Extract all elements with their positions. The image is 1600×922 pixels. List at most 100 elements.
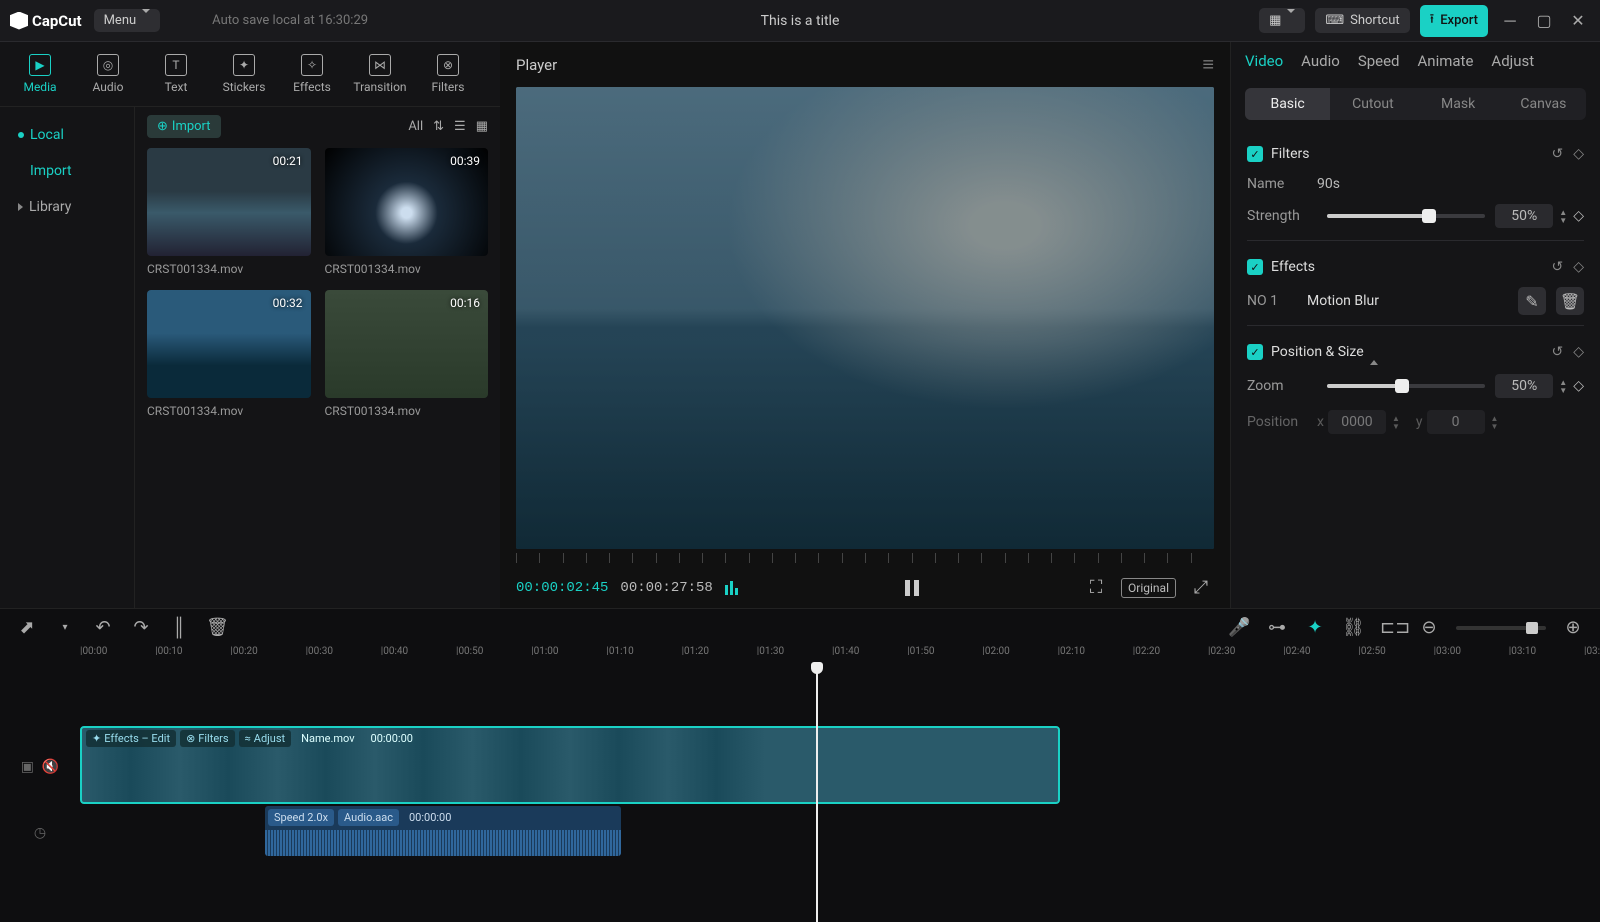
position-x-value[interactable]: 0000: [1328, 410, 1386, 434]
redo-button[interactable]: ↷: [130, 617, 152, 638]
mic-icon[interactable]: 🎤: [1228, 617, 1250, 638]
chain-tool[interactable]: ⛓: [1342, 617, 1364, 638]
timeline-ruler[interactable]: |00:00 |00:10 |00:20 |00:30 |00:40 |00:5…: [80, 646, 1584, 664]
export-button[interactable]: ⭱ Export: [1420, 5, 1488, 37]
shortcut-button[interactable]: ⌨ Shortcut: [1315, 8, 1409, 33]
media-clip[interactable]: 00:39CRST001334.mov: [325, 148, 489, 276]
tab-media[interactable]: ▶Media: [10, 48, 70, 100]
track-toggle-icon[interactable]: ▣: [21, 759, 34, 775]
edit-effect-button[interactable]: ✎: [1518, 287, 1546, 315]
checkbox-icon[interactable]: ✓: [1247, 146, 1263, 162]
keyframe-icon[interactable]: ◇: [1573, 146, 1584, 162]
ruler-tick: |02:10: [1058, 646, 1085, 657]
sort-icon[interactable]: ⇅: [433, 119, 444, 134]
reset-icon[interactable]: ↺: [1551, 146, 1563, 162]
stepper[interactable]: ▲▼: [1392, 415, 1400, 430]
tab-text[interactable]: TText: [146, 48, 206, 100]
sidebar-library[interactable]: Library: [0, 189, 134, 225]
strength-value[interactable]: 50%: [1495, 204, 1553, 228]
zoom-out-button[interactable]: ⊖: [1418, 617, 1440, 638]
cursor-tool[interactable]: ⬈: [16, 617, 38, 638]
video-track[interactable]: ▣ 🔇 ✦ Effects – Edit ⊗ Filters ≈ Adjust …: [0, 726, 1600, 804]
timeline-audio-clip[interactable]: Speed 2.0x Audio.aac 00:00:00: [265, 806, 621, 856]
tab-adjust[interactable]: Adjust: [1491, 52, 1534, 78]
player-menu-icon[interactable]: ≡: [1202, 52, 1214, 77]
tab-effects[interactable]: ✧Effects: [282, 48, 342, 100]
video-preview[interactable]: [516, 87, 1214, 549]
close-button[interactable]: ✕: [1566, 11, 1590, 30]
position-y-value[interactable]: 0: [1427, 410, 1485, 434]
clip-badge-adjust[interactable]: ≈ Adjust: [239, 730, 292, 747]
sidebar-import[interactable]: Import: [0, 153, 134, 189]
checkbox-icon[interactable]: ✓: [1247, 344, 1263, 360]
minimize-button[interactable]: ─: [1498, 11, 1522, 31]
subtab-basic[interactable]: Basic: [1245, 88, 1330, 120]
track-area[interactable]: ▣ 🔇 ✦ Effects – Edit ⊗ Filters ≈ Adjust …: [0, 664, 1600, 922]
reset-icon[interactable]: ↺: [1551, 344, 1563, 360]
tab-audio[interactable]: ◎Audio: [78, 48, 138, 100]
media-clip[interactable]: 00:16CRST001334.mov: [325, 290, 489, 418]
zoom-slider[interactable]: [1327, 384, 1485, 388]
audio-track[interactable]: ◷ Speed 2.0x Audio.aac 00:00:00: [0, 806, 1600, 856]
subtab-cutout[interactable]: Cutout: [1330, 88, 1415, 120]
delete-button[interactable]: 🗑: [206, 617, 228, 638]
link-tool[interactable]: ⊶: [1266, 617, 1288, 638]
playhead[interactable]: [816, 664, 818, 922]
sidebar-local[interactable]: Local: [0, 117, 134, 153]
grid-view-icon[interactable]: ▦: [476, 119, 488, 134]
split-view-tool[interactable]: ⊏⊐: [1380, 617, 1402, 638]
cursor-dropdown[interactable]: ▾: [54, 622, 76, 633]
tab-audio[interactable]: Audio: [1301, 52, 1340, 78]
stepper[interactable]: ▲▼: [1559, 209, 1567, 224]
section-position-size[interactable]: ✓ Position & Size ↺◇: [1247, 332, 1584, 368]
clip-badge-effects[interactable]: ✦ Effects – Edit: [86, 730, 176, 747]
aspect-ratio-button[interactable]: Original: [1121, 578, 1176, 598]
zoom-value[interactable]: 50%: [1495, 374, 1553, 398]
keyframe-icon[interactable]: ◇: [1573, 208, 1584, 224]
tab-speed[interactable]: Speed: [1358, 52, 1400, 78]
tab-filters[interactable]: ⊗Filters: [418, 48, 478, 100]
zoom-in-button[interactable]: ⊕: [1562, 617, 1584, 638]
audio-levels-icon[interactable]: [725, 581, 741, 595]
tab-stickers[interactable]: ✦Stickers: [214, 48, 274, 100]
ruler-tick: |02:50: [1358, 646, 1385, 657]
scan-icon[interactable]: ⛶: [1083, 577, 1109, 598]
strength-slider[interactable]: [1327, 214, 1485, 218]
list-view-icon[interactable]: ☰: [454, 119, 466, 134]
stepper[interactable]: ▲▼: [1559, 379, 1567, 394]
tab-transition[interactable]: ⋈Transition: [350, 48, 410, 100]
undo-button[interactable]: ↶: [92, 617, 114, 638]
clip-badge-filters[interactable]: ⊗ Filters: [180, 730, 235, 747]
fullscreen-icon[interactable]: ⤢: [1188, 577, 1214, 598]
x-label: x: [1317, 414, 1324, 430]
menu-button[interactable]: Menu: [94, 9, 161, 32]
media-clip[interactable]: 00:32CRST001334.mov: [147, 290, 311, 418]
tab-animate[interactable]: Animate: [1418, 52, 1474, 78]
pause-button[interactable]: [905, 580, 919, 596]
project-title[interactable]: This is a title: [761, 13, 840, 29]
filter-all[interactable]: All: [408, 119, 423, 134]
section-effects[interactable]: ✓ Effects ↺◇: [1247, 247, 1584, 283]
keyframe-icon[interactable]: ◇: [1573, 259, 1584, 275]
delete-effect-button[interactable]: 🗑: [1556, 287, 1584, 315]
clock-icon[interactable]: ◷: [34, 825, 46, 841]
subtab-canvas[interactable]: Canvas: [1501, 88, 1586, 120]
media-clip[interactable]: 00:21CRST001334.mov: [147, 148, 311, 276]
keyframe-icon[interactable]: ◇: [1573, 344, 1584, 360]
import-button[interactable]: ⊕Import: [147, 115, 221, 138]
tab-video[interactable]: Video: [1245, 52, 1283, 78]
mute-icon[interactable]: 🔇: [42, 759, 59, 775]
player-ruler[interactable]: [516, 549, 1214, 567]
subtab-mask[interactable]: Mask: [1416, 88, 1501, 120]
split-tool[interactable]: ║: [168, 617, 190, 638]
maximize-button[interactable]: ▢: [1532, 11, 1556, 30]
keyframe-icon[interactable]: ◇: [1573, 378, 1584, 394]
reset-icon[interactable]: ↺: [1551, 259, 1563, 275]
zoom-slider[interactable]: [1456, 626, 1546, 630]
section-filters[interactable]: ✓ Filters ↺◇: [1247, 134, 1584, 170]
timeline-video-clip[interactable]: ✦ Effects – Edit ⊗ Filters ≈ Adjust Name…: [80, 726, 1060, 804]
checkbox-icon[interactable]: ✓: [1247, 259, 1263, 275]
layout-button[interactable]: ▦: [1259, 8, 1305, 33]
stepper[interactable]: ▲▼: [1491, 415, 1499, 430]
snap-tool[interactable]: ✦: [1304, 617, 1326, 638]
